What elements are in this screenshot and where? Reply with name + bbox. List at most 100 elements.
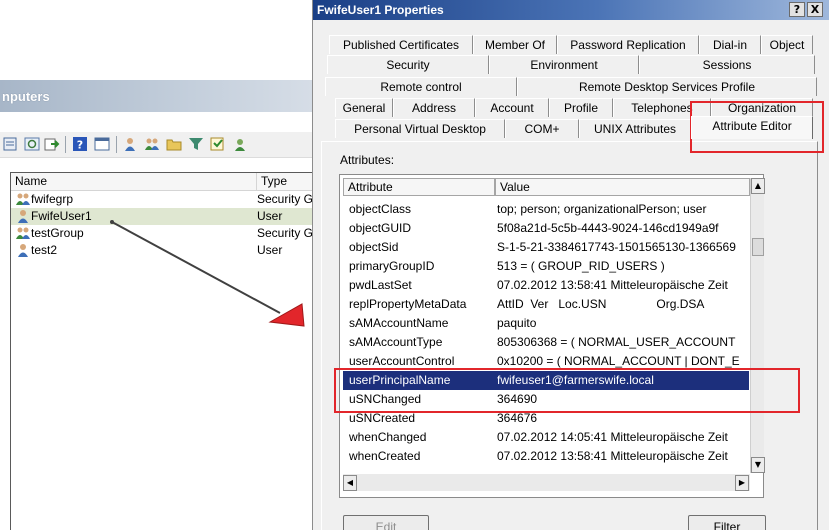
row-highlight-box <box>334 368 800 413</box>
column-header-attribute[interactable]: Attribute <box>343 178 495 196</box>
attribute-name: objectSid <box>349 240 399 254</box>
attribute-name: primaryGroupID <box>349 259 435 273</box>
table-row[interactable]: pwdLastSet 07.02.2012 13:58:41 Mitteleuro… <box>343 276 749 295</box>
tab-remote-control[interactable]: Remote control <box>325 77 517 96</box>
find-icon[interactable] <box>210 136 226 152</box>
filter-icon[interactable] <box>188 136 204 152</box>
attributes-label: Attributes: <box>340 153 395 167</box>
scroll-left-icon[interactable]: ◀ <box>343 475 357 491</box>
attribute-name: sAMAccountType <box>349 335 443 349</box>
group-icon <box>16 193 30 205</box>
tab-address[interactable]: Address <box>393 98 475 117</box>
table-row[interactable]: sAMAccountType 805306368 = ( NORMAL_USER_… <box>343 333 749 352</box>
new-ou-icon[interactable] <box>166 136 182 152</box>
item-name: test2 <box>31 243 58 257</box>
table-row[interactable]: primaryGroupID 513 = ( GROUP_RID_USERS ) <box>343 257 749 276</box>
attribute-value: paquito <box>497 316 537 330</box>
vertical-scrollbar[interactable]: ▲ ▼ <box>750 178 765 473</box>
attribute-value: AttID Ver Loc.USN Org.DSA <box>497 297 705 311</box>
help-icon[interactable]: ? <box>72 136 88 152</box>
help-button[interactable]: ? <box>789 2 805 17</box>
table-row[interactable]: objectClass top; person; organizationalPe… <box>343 200 749 219</box>
attribute-name: whenChanged <box>349 430 427 444</box>
column-header-name[interactable]: Name <box>11 173 257 191</box>
scroll-down-icon[interactable]: ▼ <box>751 457 765 473</box>
attribute-name: whenCreated <box>349 449 421 463</box>
tab-object[interactable]: Object <box>761 35 813 54</box>
attribute-name: sAMAccountName <box>349 316 449 330</box>
attribute-value: top; person; organizationalPerson; user <box>497 202 707 216</box>
tab-dial-in[interactable]: Dial-in <box>699 35 761 54</box>
aduc-toolbar: ? <box>0 132 320 158</box>
item-name: fwifegrp <box>31 192 74 206</box>
table-row[interactable]: replPropertyMetaData AttID Ver Loc.USN Or… <box>343 295 749 314</box>
tab-unix-attributes[interactable]: UNIX Attributes <box>579 119 691 138</box>
attribute-name: objectClass <box>349 202 412 216</box>
table-row[interactable]: objectGUID 5f08a21d-5c5b-4443-9024-146cd1… <box>343 219 749 238</box>
table-row[interactable]: sAMAccountName paquito <box>343 314 749 333</box>
aduc-title: nputers <box>2 89 50 104</box>
dialog-title: FwifeUser1 Properties <box>317 3 444 17</box>
attribute-value: 07.02.2012 13:58:41 Mitteleuropäische Ze… <box>497 449 728 463</box>
item-name: FwifeUser1 <box>31 209 92 223</box>
tab-published-certificates[interactable]: Published Certificates <box>329 35 473 54</box>
tab-member-of[interactable]: Member Of <box>473 35 557 54</box>
attribute-value: 513 = ( GROUP_RID_USERS ) <box>497 259 665 273</box>
user-icon <box>18 210 28 223</box>
attributes-list[interactable]: Attribute Value objectClass top; person; … <box>339 174 765 498</box>
add-to-group-icon[interactable] <box>232 136 248 152</box>
tab-environment[interactable]: Environment <box>489 55 639 74</box>
refresh-icon[interactable] <box>24 136 40 152</box>
attribute-value: 07.02.2012 14:05:41 Mitteleuropäische Ze… <box>497 430 728 444</box>
tab-remote-desktop-services-profile[interactable]: Remote Desktop Services Profile <box>517 77 817 96</box>
tab-sessions[interactable]: Sessions <box>639 55 815 74</box>
attribute-value: 07.02.2012 13:58:41 Mitteleuropäische Ze… <box>497 278 728 292</box>
list-item[interactable]: test2 User <box>11 242 321 259</box>
filter-button[interactable]: Filter <box>688 515 766 530</box>
svg-text:?: ? <box>77 139 83 152</box>
table-row[interactable]: whenChanged 07.02.2012 14:05:41 Mitteleur… <box>343 428 749 447</box>
user-icon <box>18 244 28 257</box>
new-group-icon[interactable] <box>144 136 160 152</box>
item-type: Security G <box>257 192 314 206</box>
attribute-name: pwdLastSet <box>349 278 412 292</box>
group-icon <box>16 227 30 239</box>
attribute-name: replPropertyMetaData <box>349 297 467 311</box>
horizontal-scrollbar[interactable]: ◀ ▶ <box>343 474 750 491</box>
scroll-right-icon[interactable]: ▶ <box>735 475 749 491</box>
list-item[interactable]: FwifeUser1 User <box>11 208 321 225</box>
tab-profile[interactable]: Profile <box>549 98 613 117</box>
console-view-icon[interactable] <box>94 136 110 152</box>
edit-button[interactable]: Edit <box>343 515 429 530</box>
item-name: testGroup <box>31 226 84 240</box>
attribute-name: objectGUID <box>349 221 412 235</box>
attribute-value: 805306368 = ( NORMAL_USER_ACCOUNT <box>497 335 736 349</box>
item-type: User <box>257 209 283 223</box>
scroll-thumb[interactable] <box>752 238 764 256</box>
tab-password-replication[interactable]: Password Replication <box>557 35 699 54</box>
properties-icon[interactable] <box>2 136 18 152</box>
column-header-value[interactable]: Value <box>495 178 750 196</box>
tab-general[interactable]: General <box>335 98 393 117</box>
aduc-title-bar: nputers <box>0 80 320 112</box>
scroll-up-icon[interactable]: ▲ <box>751 178 765 194</box>
tab-personal-virtual-desktop[interactable]: Personal Virtual Desktop <box>335 119 505 138</box>
item-type: User <box>257 243 283 257</box>
new-user-icon[interactable] <box>122 136 138 152</box>
tab-attribute-editor[interactable]: Attribute Editor <box>691 116 813 139</box>
aduc-window: nputers ? Name Type fwifegrp Security G … <box>0 80 321 530</box>
attribute-value: 5f08a21d-5c5b-4443-9024-146cd1949a9f <box>497 221 719 235</box>
table-row[interactable]: objectSid S-1-5-21-3384617743-1501565130-… <box>343 238 749 257</box>
close-button[interactable]: X <box>807 2 823 17</box>
tab-security[interactable]: Security <box>327 55 489 74</box>
dialog-title-bar: FwifeUser1 Properties ? X <box>313 0 829 20</box>
list-item[interactable]: fwifegrp Security G <box>11 191 321 208</box>
item-type: Security G <box>257 226 314 240</box>
object-list: Name Type fwifegrp Security G FwifeUser1… <box>10 172 321 530</box>
tab-com-plus[interactable]: COM+ <box>505 119 579 138</box>
tab-account[interactable]: Account <box>475 98 549 117</box>
export-list-icon[interactable] <box>44 136 60 152</box>
attribute-value: S-1-5-21-3384617743-1501565130-1366569 <box>497 240 736 254</box>
list-item[interactable]: testGroup Security G <box>11 225 321 242</box>
table-row[interactable]: whenCreated 07.02.2012 13:58:41 Mitteleur… <box>343 447 749 466</box>
